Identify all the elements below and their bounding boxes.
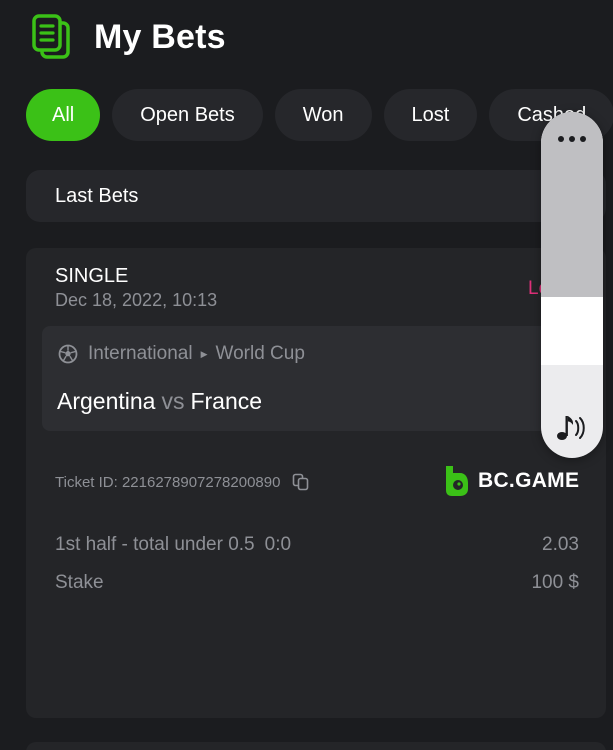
last-bets-header[interactable]: Last Bets bbox=[26, 170, 606, 222]
tab-won[interactable]: Won bbox=[274, 89, 372, 141]
odds-value: 2.03 bbox=[542, 534, 579, 555]
bet-type: SINGLE bbox=[55, 265, 129, 287]
ticket-id: Ticket ID: 2216278907278200890 bbox=[55, 473, 281, 491]
filter-tabs: All Open Bets Won Lost Cashed bbox=[26, 89, 613, 141]
selection-label: 1st half - total under 0.5 bbox=[55, 534, 255, 555]
bet-card[interactable]: SINGLE Dec 18, 2022, 10:13 Lost Internat… bbox=[26, 248, 606, 718]
volume-panel[interactable] bbox=[541, 112, 603, 458]
bet-date: Dec 18, 2022, 10:13 bbox=[55, 290, 218, 310]
more-dots-icon[interactable] bbox=[541, 112, 603, 166]
volume-slider-fill bbox=[541, 296, 603, 365]
stake-value: 100 $ bbox=[531, 572, 579, 593]
brand-name: BC.GAME bbox=[478, 469, 580, 492]
league-category: International bbox=[88, 343, 193, 364]
breadcrumb-arrow-icon: ▶ bbox=[200, 348, 208, 359]
ticket-id-row: Ticket ID: 2216278907278200890 bbox=[55, 473, 310, 491]
away-team: France bbox=[190, 388, 263, 414]
music-volume-icon[interactable] bbox=[555, 412, 591, 444]
tab-all[interactable]: All bbox=[26, 89, 101, 141]
selection-score: 0:0 bbox=[264, 534, 292, 555]
my-bets-page: My Bets All Open Bets Won Lost Cashed La… bbox=[0, 0, 613, 750]
match-teams: Argentina vs France bbox=[57, 388, 262, 415]
header: My Bets bbox=[30, 12, 226, 62]
selection-row: 1st half - total under 0.5 0:0 bbox=[55, 534, 291, 556]
tab-lost[interactable]: Lost bbox=[383, 89, 478, 141]
page-title: My Bets bbox=[94, 17, 226, 56]
match-info[interactable]: International ▶ World Cup Argentina vs Fra… bbox=[42, 326, 590, 431]
league-breadcrumb: International ▶ World Cup bbox=[58, 343, 305, 365]
soccer-ball-icon bbox=[58, 344, 78, 364]
next-bet-card[interactable] bbox=[26, 742, 606, 750]
home-team: Argentina bbox=[57, 388, 156, 414]
brand-logo: BC.GAME bbox=[444, 464, 579, 498]
stake-label: Stake bbox=[55, 572, 104, 593]
bc-game-logo-icon bbox=[446, 466, 468, 496]
versus-label: vs bbox=[161, 388, 185, 414]
tab-open-bets[interactable]: Open Bets bbox=[112, 89, 263, 141]
league-tournament: World Cup bbox=[215, 343, 305, 364]
copy-icon[interactable] bbox=[292, 473, 310, 491]
bets-list-icon bbox=[32, 14, 70, 59]
